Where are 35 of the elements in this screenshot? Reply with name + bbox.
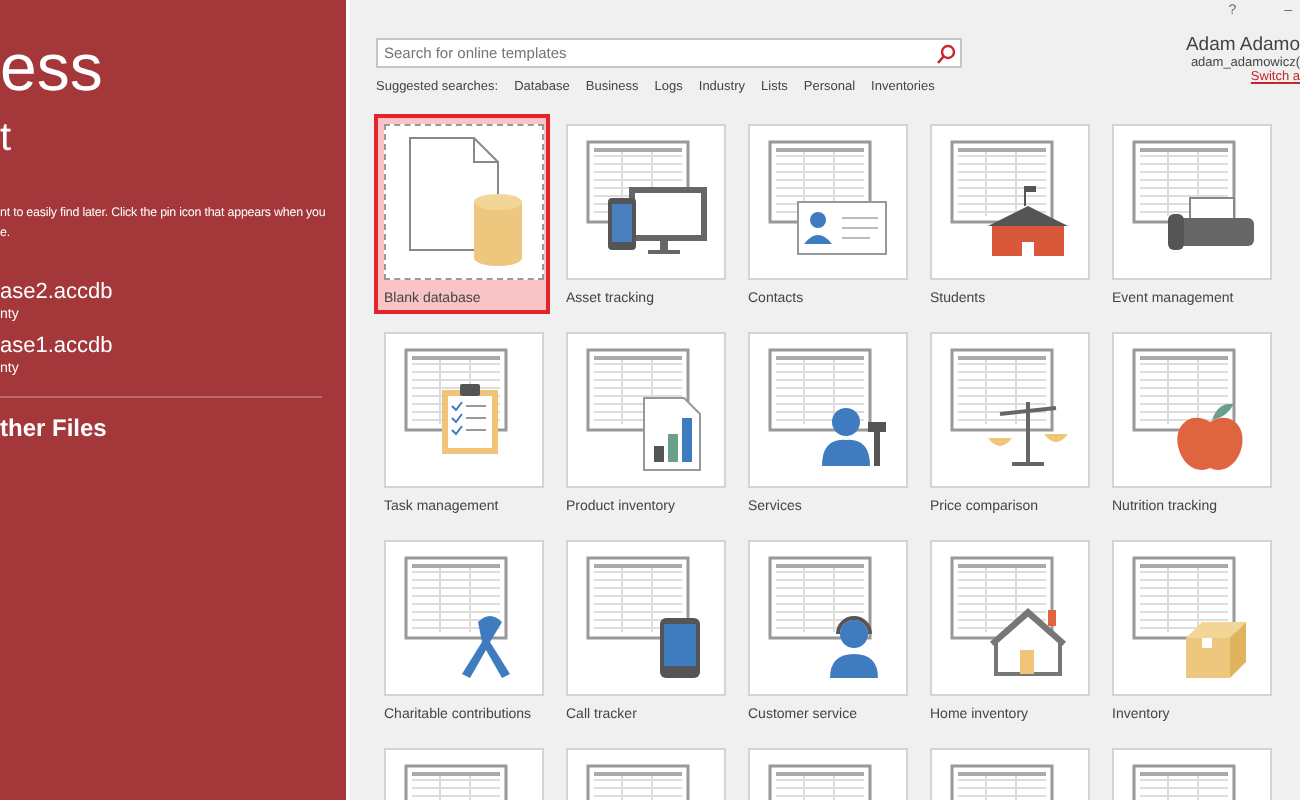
spreadsheet-icon [1132, 348, 1236, 432]
app-title: ess [0, 28, 105, 108]
account-name: Adam Adamo [1185, 34, 1300, 56]
open-other-files-link[interactable]: ther Files [0, 414, 346, 442]
printer-icon [1168, 197, 1254, 250]
apple-icon [1177, 403, 1243, 470]
spreadsheet-icon [586, 556, 690, 640]
spreadsheet-icon [768, 764, 872, 800]
spreadsheet-icon [950, 140, 1054, 224]
contact-card-icon [797, 201, 887, 255]
spreadsheet-icon [950, 348, 1054, 432]
school-building-icon [988, 186, 1068, 256]
database-cylinder-icon [474, 194, 522, 266]
person-with-headset-icon [830, 616, 878, 678]
section-title: t [0, 116, 14, 160]
spreadsheet-icon [586, 764, 690, 800]
spreadsheet-icon [404, 556, 508, 640]
spreadsheet-icon [768, 348, 872, 432]
file-name: ase1.accdb [0, 334, 115, 360]
awareness-ribbon-icon [462, 616, 510, 678]
bar-chart-document-icon [643, 397, 701, 471]
spreadsheet-icon [1132, 764, 1236, 800]
file-name: ase2.accdb [0, 280, 115, 306]
checklist-clipboard-icon [442, 384, 498, 454]
spreadsheet-icon [950, 764, 1054, 800]
smartphone-icon [660, 618, 700, 678]
spreadsheet-icon [1132, 556, 1236, 640]
spreadsheet-icon [768, 556, 872, 640]
cardboard-box-icon [1186, 622, 1246, 678]
spreadsheet-icon [404, 764, 508, 800]
balance-scale-icon [988, 402, 1068, 466]
house-icon [990, 608, 1066, 676]
person-with-wrench-icon [822, 408, 886, 466]
search-icon[interactable] [936, 43, 956, 63]
monitor-and-phone-icon [608, 187, 707, 254]
